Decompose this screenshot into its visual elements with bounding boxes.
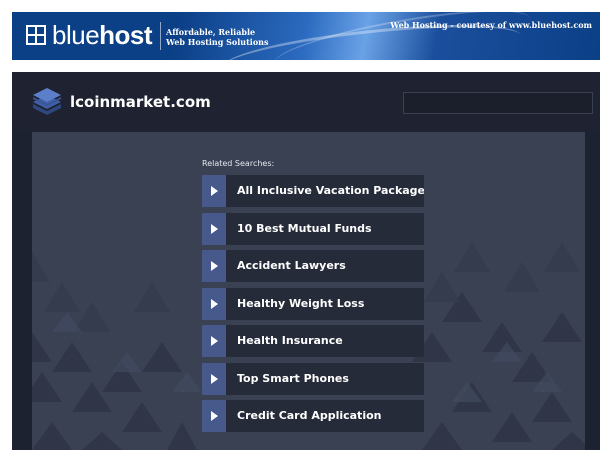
tagline-line-2: Web Hosting Solutions: [166, 37, 269, 47]
related-link[interactable]: Top Smart Phones: [202, 362, 424, 395]
arrow-right-icon: [202, 400, 226, 432]
courtesy-link[interactable]: Web Hosting - courtesy of www.bluehost.c…: [390, 20, 592, 30]
arrow-right-icon: [202, 250, 226, 282]
grid-square-icon: [26, 25, 46, 45]
banner-tagline: Affordable, Reliable Web Hosting Solutio…: [166, 27, 269, 47]
link-label[interactable]: Credit Card Application: [226, 400, 424, 432]
related-link[interactable]: Healthy Weight Loss: [202, 287, 424, 320]
related-searches-label: Related Searches:: [202, 159, 275, 168]
bluehost-logo-text[interactable]: bluehost: [52, 20, 153, 50]
link-label[interactable]: Accident Lawyers: [226, 250, 424, 282]
brand-light: blue: [52, 20, 100, 50]
banner-divider: [160, 22, 161, 50]
related-links-list: All Inclusive Vacation Packages 10 Best …: [202, 175, 424, 438]
search-input[interactable]: [403, 92, 593, 114]
bluehost-banner[interactable]: bluehost Affordable, Reliable Web Hostin…: [12, 12, 600, 60]
link-label[interactable]: Health Insurance: [226, 325, 424, 357]
link-label[interactable]: 10 Best Mutual Funds: [226, 212, 424, 245]
related-link[interactable]: All Inclusive Vacation Packages: [202, 175, 424, 207]
arrow-right-icon: [202, 362, 226, 395]
stacked-layers-icon: [33, 88, 61, 115]
related-link[interactable]: Credit Card Application: [202, 400, 424, 432]
related-link[interactable]: Accident Lawyers: [202, 250, 424, 282]
arrow-right-icon: [202, 175, 226, 207]
site-header: lcoinmarket.com: [12, 72, 600, 132]
arrow-right-icon: [202, 212, 226, 245]
arrow-right-icon: [202, 287, 226, 320]
related-link[interactable]: Health Insurance: [202, 325, 424, 357]
brand-bold: host: [99, 20, 153, 50]
tagline-line-1: Affordable, Reliable: [166, 27, 256, 37]
arrow-right-icon: [202, 325, 226, 357]
content-area: Related Searches: All Inclusive Vacation…: [32, 132, 585, 450]
link-label[interactable]: All Inclusive Vacation Packages: [226, 175, 424, 207]
parked-site: lcoinmarket.com Related Searches: All In…: [12, 72, 600, 450]
link-label[interactable]: Healthy Weight Loss: [226, 287, 424, 320]
site-title: lcoinmarket.com: [70, 93, 211, 111]
related-link[interactable]: 10 Best Mutual Funds: [202, 212, 424, 245]
link-label[interactable]: Top Smart Phones: [226, 362, 424, 395]
